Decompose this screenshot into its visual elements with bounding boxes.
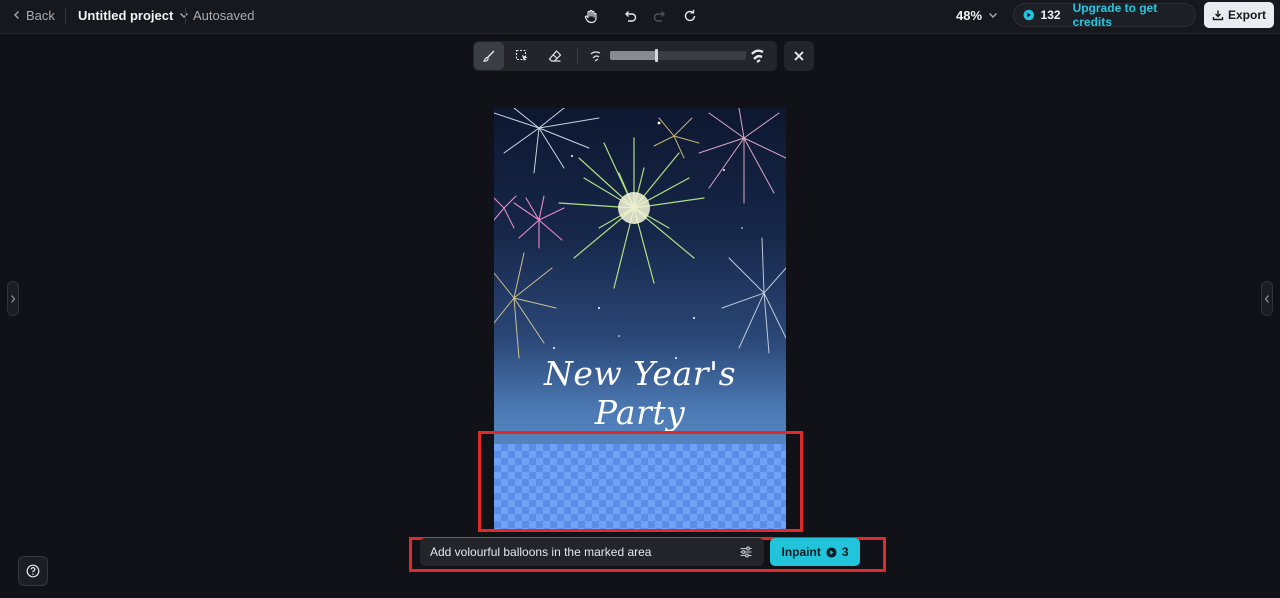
- close-inpaint-button[interactable]: [784, 41, 814, 71]
- export-button[interactable]: Export: [1204, 2, 1274, 28]
- credit-coin-icon: [826, 546, 837, 558]
- lasso-select-button[interactable]: [507, 42, 537, 70]
- left-panel-toggle[interactable]: [7, 281, 19, 316]
- chevron-right-icon: [11, 294, 16, 303]
- brush-size-slider[interactable]: [610, 49, 746, 62]
- divider: [65, 8, 66, 24]
- hand-tool-button[interactable]: [581, 6, 601, 26]
- chevron-left-icon: [1264, 294, 1269, 303]
- project-name: Untitled project: [78, 7, 174, 23]
- brush-tool-button[interactable]: [474, 42, 504, 70]
- large-brush-button[interactable]: [743, 42, 773, 70]
- download-icon: [1212, 10, 1224, 21]
- brush-size-thumb[interactable]: [655, 49, 659, 62]
- toolbar-divider: [577, 49, 578, 63]
- chevron-left-icon: [14, 11, 19, 19]
- prompt-text[interactable]: Add volourful balloons in the marked are…: [430, 545, 736, 559]
- inpaint-button[interactable]: Inpaint 3: [770, 538, 860, 566]
- redo-icon: [653, 11, 665, 22]
- refresh-icon: [684, 9, 696, 22]
- divider: [185, 8, 186, 24]
- top-bar: Back Untitled project Autosaved 48% 132 …: [0, 0, 1280, 34]
- sliders-icon: [740, 546, 752, 558]
- undo-button[interactable]: [620, 6, 640, 26]
- prompt-input[interactable]: Add volourful balloons in the marked are…: [420, 538, 764, 566]
- chevron-down-icon: [989, 13, 998, 18]
- eraser-tool-button[interactable]: [540, 42, 570, 70]
- inpaint-cost: 3: [841, 545, 849, 559]
- lasso-select-icon: [515, 49, 528, 61]
- zoom-level: 48%: [956, 7, 983, 23]
- export-label: Export: [1227, 8, 1266, 22]
- brush-size-fill: [610, 51, 657, 60]
- refresh-button[interactable]: [680, 6, 700, 26]
- upgrade-link[interactable]: Upgrade to get credits: [1073, 1, 1195, 29]
- redo-button[interactable]: [650, 6, 670, 26]
- inpaint-toolbar: [473, 41, 777, 71]
- prompt-settings-button[interactable]: [736, 542, 756, 562]
- autosave-status: Autosaved: [193, 7, 255, 23]
- back-button[interactable]: Back: [12, 0, 55, 30]
- hand-icon: [584, 9, 597, 24]
- large-brush-size-icon: [751, 49, 764, 63]
- back-label: Back: [26, 7, 55, 23]
- small-brush-size-icon: [590, 51, 601, 62]
- right-panel-toggle[interactable]: [1261, 281, 1273, 316]
- undo-icon: [625, 11, 637, 22]
- credits-pill[interactable]: 132 Upgrade to get credits: [1013, 1, 1196, 29]
- close-icon: [794, 51, 804, 61]
- small-brush-button[interactable]: [581, 42, 611, 70]
- brush-icon: [482, 50, 495, 62]
- zoom-menu[interactable]: 48%: [956, 0, 998, 30]
- project-name-menu[interactable]: Untitled project: [78, 0, 189, 30]
- party-title-text: New Year's Party: [543, 354, 737, 432]
- inpaint-label: Inpaint: [781, 545, 821, 559]
- eraser-icon: [548, 50, 562, 62]
- help-button[interactable]: [18, 556, 48, 586]
- masked-area-highlight: [478, 431, 803, 532]
- credit-count: 132: [1040, 8, 1061, 22]
- help-icon: [26, 564, 40, 578]
- credit-coin-icon: [1023, 9, 1035, 21]
